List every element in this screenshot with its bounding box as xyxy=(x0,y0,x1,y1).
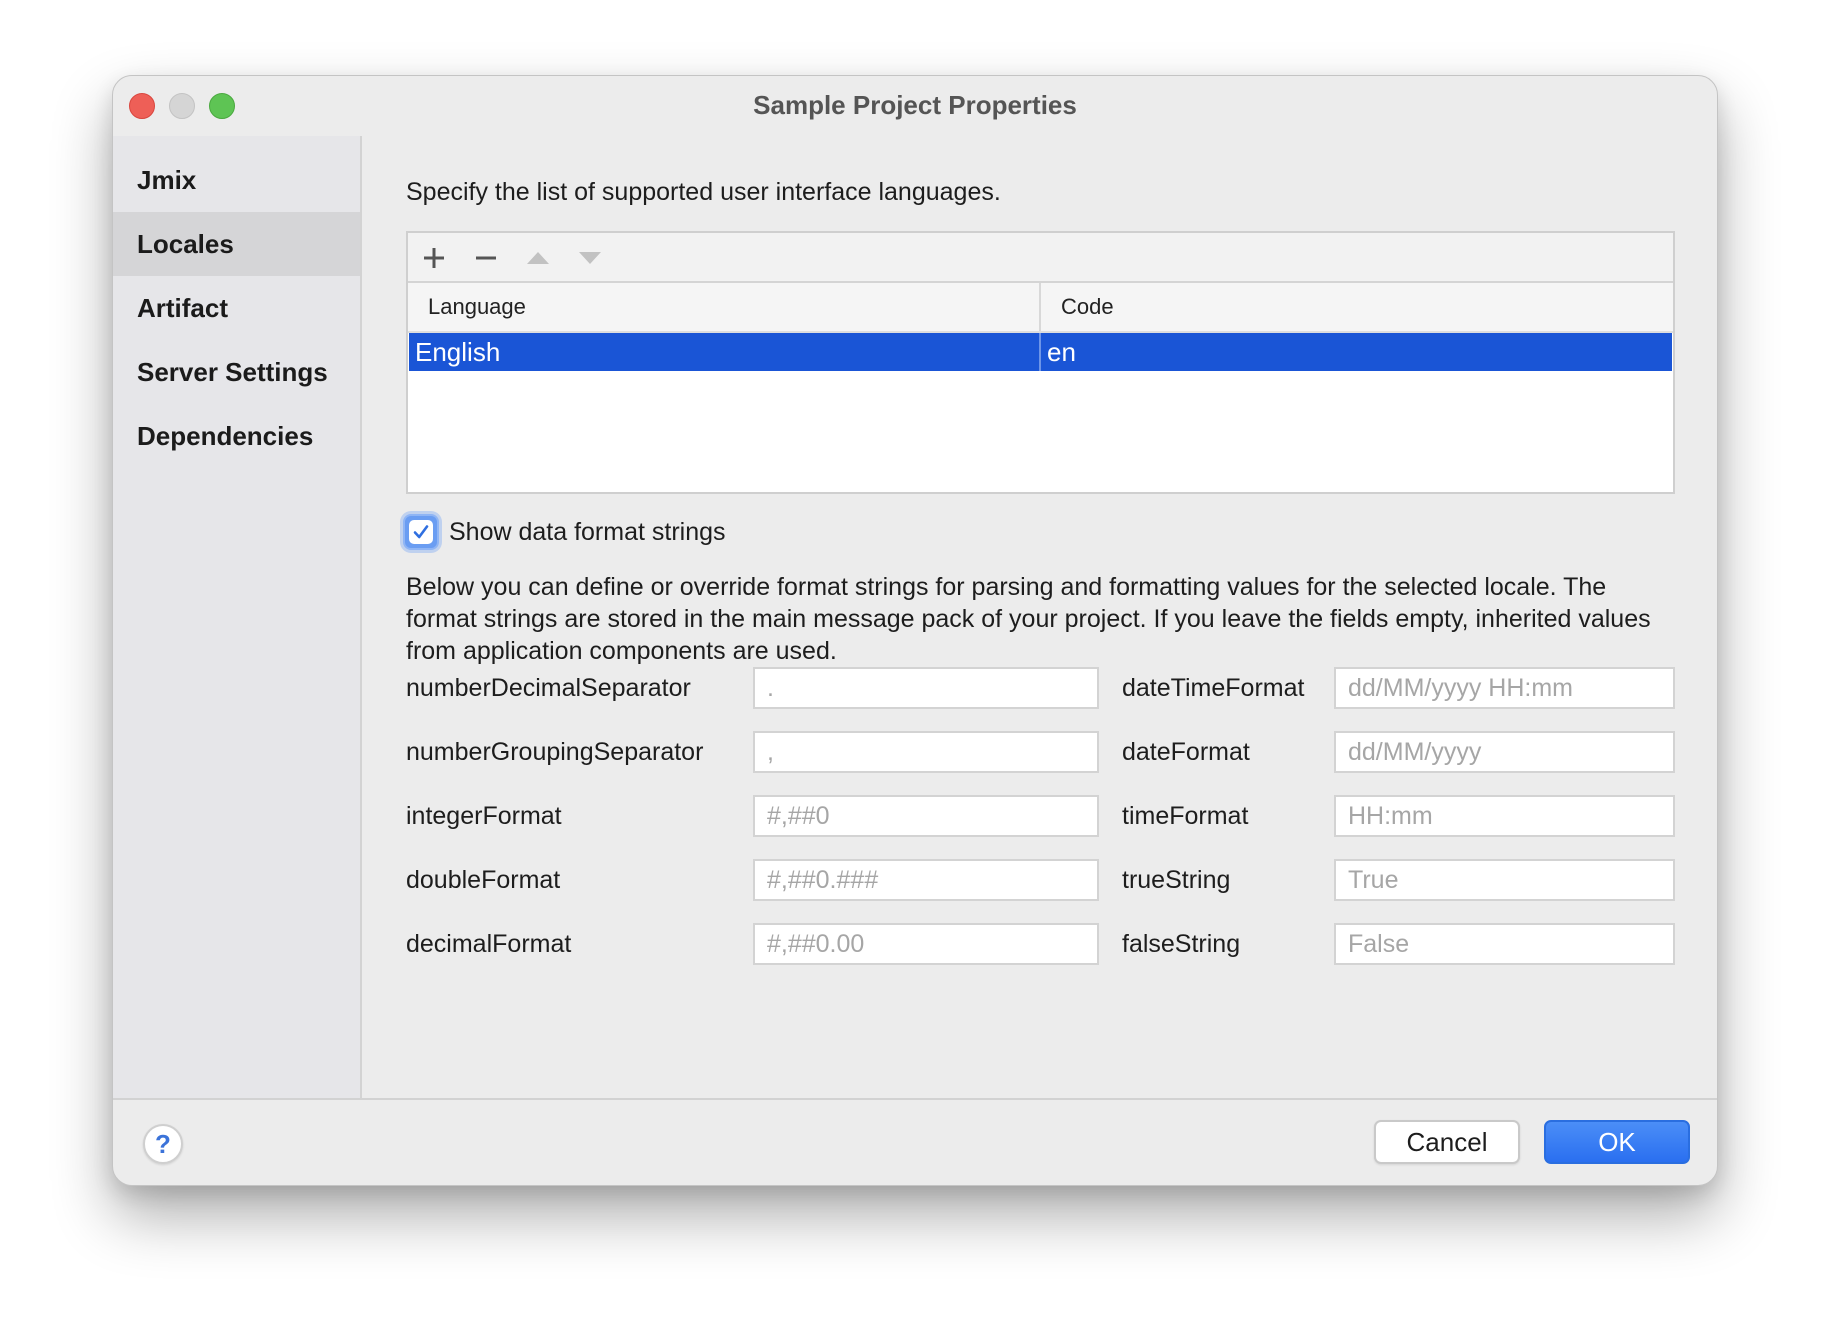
label-double-format: doubleFormat xyxy=(406,866,561,894)
remove-icon xyxy=(476,256,496,260)
decimal-format-input[interactable] xyxy=(753,923,1099,965)
ok-button[interactable]: OK xyxy=(1544,1120,1690,1164)
label-time-format: timeFormat xyxy=(1122,802,1249,830)
window-title: Sample Project Properties xyxy=(753,90,1077,120)
date-time-format-input[interactable] xyxy=(1334,667,1675,709)
title-bar: Sample Project Properties xyxy=(113,76,1717,136)
label-date-time-format: dateTimeFormat xyxy=(1122,674,1305,702)
move-up-icon xyxy=(527,252,549,264)
cell-code[interactable]: en xyxy=(1041,333,1672,371)
sidebar-item-server-settings[interactable]: Server Settings xyxy=(113,340,360,404)
cancel-button[interactable]: Cancel xyxy=(1374,1120,1520,1164)
double-format-input[interactable] xyxy=(753,859,1099,901)
label-decimal-format: decimalFormat xyxy=(406,930,572,958)
label-number-decimal-separator: numberDecimalSeparator xyxy=(406,674,691,702)
label-integer-format: integerFormat xyxy=(406,802,562,830)
cell-language[interactable]: English xyxy=(409,333,1041,371)
show-format-strings-checkbox[interactable] xyxy=(403,514,439,550)
move-down-button[interactable] xyxy=(570,233,610,283)
move-down-icon xyxy=(579,252,601,264)
column-header-language[interactable]: Language xyxy=(408,283,1041,331)
add-button[interactable] xyxy=(414,233,454,283)
date-format-input[interactable] xyxy=(1334,731,1675,773)
column-header-code[interactable]: Code xyxy=(1041,283,1673,331)
properties-dialog: Sample Project Properties Jmix Locales A… xyxy=(112,75,1718,1186)
help-button[interactable]: ? xyxy=(143,1124,183,1164)
sidebar-item-artifact[interactable]: Artifact xyxy=(113,276,360,340)
label-number-grouping-separator: numberGroupingSeparator xyxy=(406,738,704,766)
label-false-string: falseString xyxy=(1122,930,1241,958)
integer-format-input[interactable] xyxy=(753,795,1099,837)
time-format-input[interactable] xyxy=(1334,795,1675,837)
sidebar-item-jmix[interactable]: Jmix xyxy=(113,148,360,212)
label-date-format: dateFormat xyxy=(1122,738,1250,766)
label-true-string: trueString xyxy=(1122,866,1231,894)
sidebar: Jmix Locales Artifact Server Settings De… xyxy=(113,136,362,1098)
intro-text: Specify the list of supported user inter… xyxy=(406,178,1001,206)
footer-divider xyxy=(113,1098,1717,1100)
show-format-strings-label: Show data format strings xyxy=(449,517,726,546)
locales-table: Language Code English en xyxy=(406,231,1675,494)
table-toolbar xyxy=(408,233,1673,283)
checkmark-icon xyxy=(413,525,429,539)
sidebar-item-locales[interactable]: Locales xyxy=(113,212,360,276)
table-header: Language Code xyxy=(408,283,1673,333)
true-string-input[interactable] xyxy=(1334,859,1675,901)
format-description: Below you can define or override format … xyxy=(406,573,1651,665)
sidebar-item-dependencies[interactable]: Dependencies xyxy=(113,404,360,468)
number-grouping-separator-input[interactable] xyxy=(753,731,1099,773)
show-format-strings-checkbox-row[interactable]: Show data format strings xyxy=(403,514,726,550)
false-string-input[interactable] xyxy=(1334,923,1675,965)
table-row[interactable]: English en xyxy=(409,333,1672,371)
number-decimal-separator-input[interactable] xyxy=(753,667,1099,709)
add-icon xyxy=(424,248,444,268)
move-up-button[interactable] xyxy=(518,233,558,283)
remove-button[interactable] xyxy=(466,233,506,283)
